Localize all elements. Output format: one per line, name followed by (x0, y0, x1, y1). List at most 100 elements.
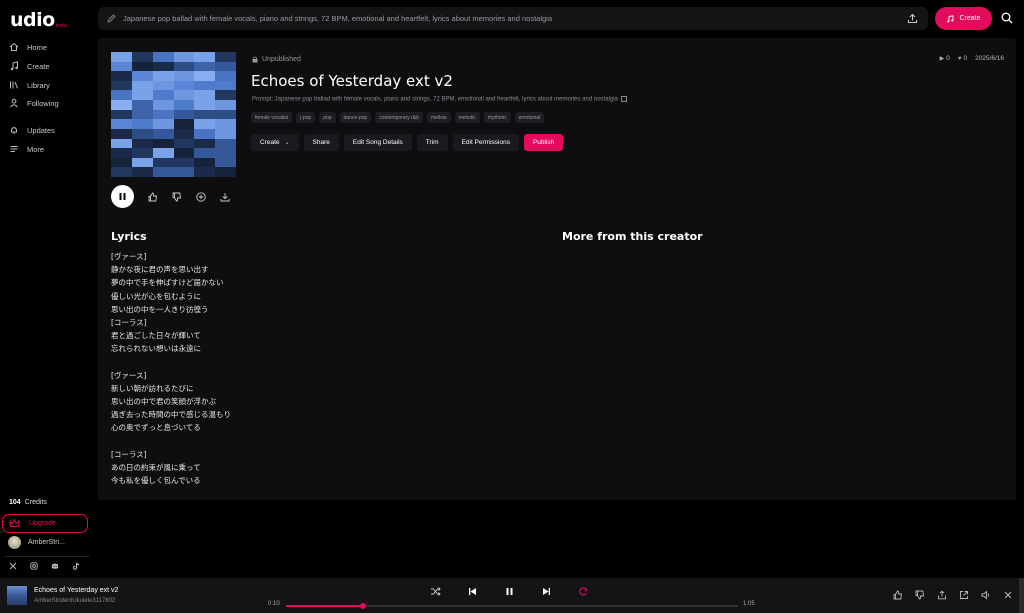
upgrade-button[interactable]: Upgrade (2, 514, 88, 533)
lyric-line: [ヴァース] (111, 370, 147, 380)
lyric-line: [コーラス] (111, 449, 147, 459)
lyrics-heading: Lyrics (111, 230, 147, 243)
sidebar-item-library[interactable]: Library (9, 78, 50, 92)
sidebar-item-label: Library (27, 80, 50, 90)
sidebar-item-more[interactable]: More (9, 142, 44, 156)
user-profile[interactable]: AmberStri... (8, 536, 65, 549)
tiktok-icon[interactable] (72, 562, 80, 570)
add-circle-icon[interactable] (196, 191, 206, 202)
lyric-line: 静かな夜に君の声を思い出す (111, 265, 209, 275)
prompt-input[interactable]: Japanese pop ballad with female vocals, … (98, 7, 928, 30)
scrollbar[interactable] (1019, 578, 1024, 613)
tag-chip[interactable]: pop (319, 112, 336, 123)
instagram-icon[interactable] (30, 562, 38, 570)
shuffle-icon[interactable] (430, 586, 441, 597)
thumbs-down-icon[interactable] (172, 192, 182, 202)
upload-icon[interactable] (907, 13, 918, 24)
total-time: 1:05 (743, 601, 755, 607)
tag-list: female vocalist j-pop pop dance-pop contempo… (251, 112, 545, 123)
player-bar: Echoes of Yesterday ext v2 AmberStrident… (0, 578, 1024, 613)
thumbs-down-icon[interactable] (915, 590, 925, 600)
lyric-line: 夢の中で手を伸ばすけど届かない (111, 278, 224, 288)
prompt-text: Japanese pop ballad with female vocals, … (123, 14, 552, 23)
create-button[interactable]: Create (935, 7, 992, 30)
lyric-line: 君と過ごした日々が輝いて (111, 331, 201, 341)
sidebar-item-following[interactable]: Following (9, 96, 59, 110)
username: AmberStri... (28, 539, 65, 546)
next-icon[interactable] (541, 586, 552, 597)
previous-icon[interactable] (467, 586, 478, 597)
tag-chip[interactable]: mellow (426, 112, 451, 123)
lock-icon (252, 56, 258, 63)
pause-icon (119, 193, 126, 200)
lyric-line: あの日の約束が風に乗って (111, 463, 201, 472)
lyric-line: 忘れられない想いは永遠に (111, 344, 201, 354)
sidebar-item-label: More (27, 144, 45, 154)
credits-count: 104 Credits (9, 499, 47, 506)
player-thumbnail[interactable] (7, 586, 27, 605)
volume-icon[interactable] (981, 590, 991, 600)
edit-song-details-button[interactable]: Edit Song Details (343, 134, 412, 151)
player-artist[interactable]: AmberStridentUkulele3117802 (34, 598, 115, 604)
copy-icon[interactable] (620, 96, 627, 102)
pause-button[interactable] (111, 185, 134, 208)
tag-chip[interactable]: rhythmic (483, 112, 511, 123)
like-count: ♥ 0 (957, 55, 968, 62)
sidebar-item-label: Following (27, 98, 59, 108)
bell-icon (11, 127, 17, 134)
x-icon[interactable] (9, 562, 17, 570)
lyric-line: [コーラス] (111, 317, 147, 327)
home-icon (9, 42, 19, 51)
udio-logo[interactable]: udiobeta (10, 9, 67, 31)
lyric-line (111, 356, 311, 369)
tag-chip[interactable]: j-pop (296, 112, 316, 123)
music-note-icon (10, 61, 18, 71)
repeat-icon[interactable] (578, 586, 589, 597)
tag-chip[interactable]: female vocalist (251, 112, 293, 123)
thumbs-up-icon[interactable] (148, 192, 158, 202)
share-button[interactable]: Share (303, 134, 339, 151)
publish-button[interactable]: Publish (523, 134, 564, 151)
create-dropdown-button[interactable]: Create ⌄ (251, 134, 299, 151)
song-controls (111, 185, 230, 208)
lyric-line: 思い出の中で君の笑顔が浮かぶ (111, 397, 216, 407)
open-external-icon[interactable] (959, 590, 969, 600)
sidebar-item-updates[interactable]: Updates (9, 123, 55, 137)
discord-icon[interactable] (51, 562, 59, 570)
lyric-line: 新しい朝が訪れるたびに (111, 383, 194, 393)
thumbs-up-icon[interactable] (893, 590, 903, 600)
sidebar-item-home[interactable]: Home (9, 40, 47, 54)
lyric-line: 過ぎ去った時間の中で感じる温もり (111, 410, 231, 420)
share-icon[interactable] (937, 590, 947, 600)
tag-chip[interactable]: melodic (454, 112, 480, 123)
progress-fill (286, 605, 363, 607)
social-links (9, 562, 80, 570)
playback-controls (430, 586, 589, 597)
pencil-icon (107, 14, 116, 23)
song-stats: ▶ 0 ♥ 0 2025/6/16 (940, 55, 1004, 62)
search-icon[interactable] (1001, 12, 1013, 24)
song-panel: Unpublished Echoes of Yesterday ext v2 ▶… (98, 38, 1016, 500)
lyric-line: 優しい光が心を包むように (111, 291, 201, 301)
download-icon[interactable] (220, 192, 230, 202)
close-icon[interactable] (1003, 590, 1013, 600)
progress-slider[interactable] (286, 603, 738, 609)
progress-handle[interactable] (359, 603, 366, 609)
action-buttons: Create ⌄ Share Edit Song Details Trim Edi… (251, 134, 564, 151)
trim-button[interactable]: Trim (416, 134, 448, 151)
sidebar-item-create[interactable]: Create (9, 59, 50, 73)
tag-chip[interactable]: dance-pop (339, 112, 372, 123)
status-badge: Unpublished (252, 56, 301, 63)
lyric-line: 今も私を優しく包んでいる (111, 476, 201, 486)
library-icon (10, 81, 18, 89)
tag-chip[interactable]: emotional (514, 112, 545, 123)
pause-icon[interactable] (504, 586, 515, 597)
edit-permissions-button[interactable]: Edit Permissions (452, 134, 519, 151)
song-title: Echoes of Yesterday ext v2 (251, 72, 453, 90)
sidebar-item-label: Create (27, 61, 50, 71)
player-title[interactable]: Echoes of Yesterday ext v2 (34, 587, 118, 594)
lyrics-body: [ヴァース] 静かな夜に君の声を思い出す夢の中で手を伸ばすけど届かない 優しい光が心… (111, 250, 311, 487)
sidebar: udiobeta Home Create Library Following U… (0, 0, 97, 578)
cover-art (111, 52, 236, 177)
tag-chip[interactable]: contemporary r&b (375, 112, 423, 123)
